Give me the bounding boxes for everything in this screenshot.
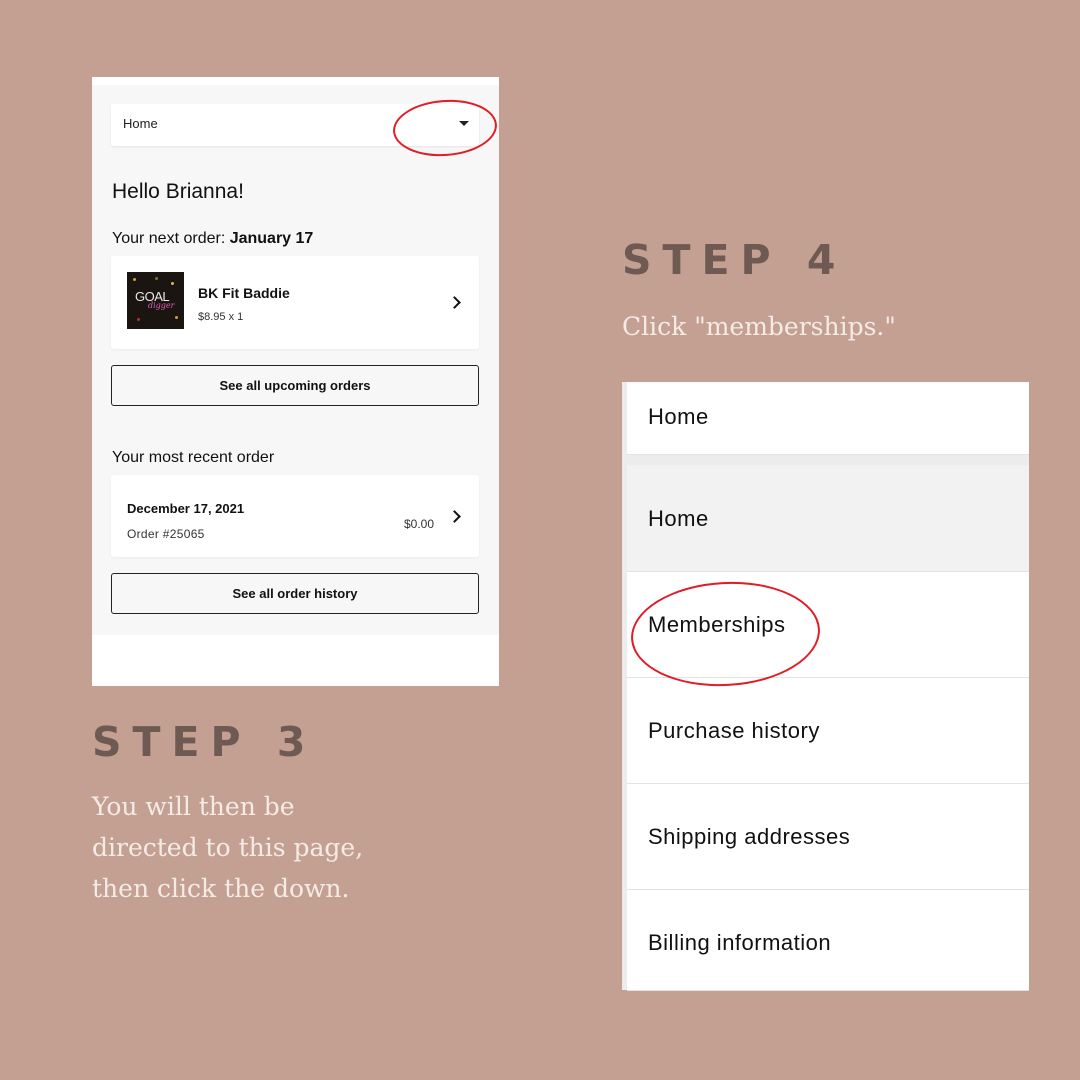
account-page-screenshot: Home Hello Brianna! Your next order: Jan… [92,77,499,686]
greeting: Hello Brianna! [112,180,244,203]
account-page-content: Home Hello Brianna! Your next order: Jan… [92,85,499,635]
page-select-value: Home [123,116,158,131]
product-name: BK Fit Baddie [198,285,290,301]
next-order-date: January 17 [229,230,314,247]
next-order-heading: Your next order: January 17 [112,230,313,248]
sparkle-decoration [155,277,158,280]
menu-item-home[interactable]: Home [627,465,1029,572]
menu-screenshot: Home Home Memberships Purchase history S… [622,382,1029,991]
sparkle-decoration [137,318,140,321]
recent-order-card[interactable]: December 17, 2021 Order #25065 $0.00 [111,475,479,557]
product-image-subtext: digger [148,301,175,310]
menu-item-purchase-history[interactable]: Purchase history [627,678,1029,784]
menu-item-shipping-addresses[interactable]: Shipping addresses [627,784,1029,890]
chevron-right-icon[interactable] [448,510,461,523]
sparkle-decoration [175,316,178,319]
recent-order-date: December 17, 2021 [127,501,245,516]
step-3-line: You will then be [92,792,295,821]
recent-order-total: $0.00 [403,517,434,531]
upcoming-order-card[interactable]: GOAL digger BK Fit Baddie $8.95 x 1 [111,256,479,349]
next-order-prefix: Your next order: [112,230,230,247]
chevron-right-icon[interactable] [448,296,461,309]
product-price: $8.95 x 1 [198,311,244,323]
menu-item-billing-information[interactable]: Billing information [627,890,1029,991]
see-upcoming-orders-button[interactable]: See all upcoming orders [111,365,479,406]
sparkle-decoration [133,278,136,281]
recent-order-heading: Your most recent order [112,449,275,466]
recent-order-number: Order #25065 [127,527,205,541]
see-order-history-button[interactable]: See all order history [111,573,479,614]
menu-item-label: Home [648,506,709,531]
product-thumbnail: GOAL digger [127,272,184,329]
step-4-description: Click "memberships." [622,312,896,341]
step-3-heading: STEP 3 [92,718,317,766]
menu-item-label: Billing information [648,930,832,955]
step-3-line: directed to this page, [92,833,364,862]
step-4-heading: STEP 4 [622,236,847,284]
menu-selected-value[interactable]: Home [627,382,1029,455]
menu-item-label: Purchase history [648,718,820,743]
sparkle-decoration [171,282,174,285]
step-3-description: You will then be directed to this page, … [92,786,363,909]
menu-item-label: Shipping addresses [648,824,851,849]
menu-selected-label: Home [648,404,709,429]
step-3-line: then click the down. [92,874,350,903]
